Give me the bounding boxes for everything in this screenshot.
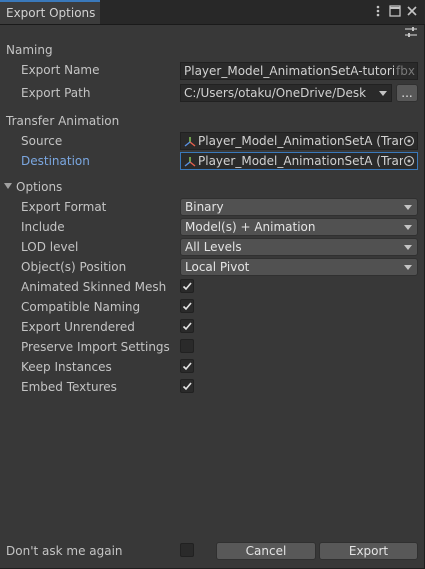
transform-icon [184,156,196,168]
maximize-icon[interactable] [387,3,403,19]
dont-ask-again-label: Don't ask me again [6,544,123,558]
source-value: Player_Model_AnimationSetA (Trans [198,134,413,148]
chevron-down-icon [404,205,412,210]
chevron-down-icon [404,265,412,270]
title-bar: Export Options [0,0,425,25]
export-path-value: C:/Users/otaku/OneDrive/Desk [184,86,367,100]
options-header[interactable]: Options [16,180,62,194]
embed-textures-label: Embed Textures [21,380,117,394]
transform-icon [184,136,196,148]
destination-value: Player_Model_AnimationSetA (Trans [198,154,413,168]
export-path-label: Export Path [21,86,91,100]
object-position-dropdown[interactable]: Local Pivot [180,258,418,276]
include-dropdown[interactable]: Model(s) + Animation [180,218,418,236]
export-name-value: Player_Model_AnimationSetA-tutorial [184,64,406,78]
export-name-suffix: fbx [394,64,415,78]
foldout-arrow-icon[interactable] [4,183,12,189]
keep-instances-checkbox[interactable] [180,359,194,373]
export-options-window: Export Options Naming Export Name Player… [0,0,425,569]
source-object-field[interactable]: Player_Model_AnimationSetA (Trans [180,132,418,150]
export-unrendered-checkbox[interactable] [180,319,194,333]
checkmark-icon [182,302,192,311]
include-label: Include [21,220,65,234]
export-name-field[interactable]: Player_Model_AnimationSetA-tutorial fbx [180,62,418,80]
include-value: Model(s) + Animation [185,220,316,234]
compatible-naming-checkbox[interactable] [180,299,194,313]
destination-object-field[interactable]: Player_Model_AnimationSetA (Trans [180,152,418,170]
tab-export-options[interactable]: Export Options [0,0,100,24]
source-label: Source [21,134,63,148]
object-position-value: Local Pivot [185,260,250,274]
chevron-down-icon[interactable] [379,91,387,96]
object-picker-icon[interactable] [403,135,415,147]
dont-ask-again-checkbox[interactable] [180,543,194,557]
chevron-down-icon [404,225,412,230]
preserve-import-settings-checkbox[interactable] [180,339,194,353]
embed-textures-checkbox[interactable] [180,379,194,393]
lod-level-dropdown[interactable]: All Levels [180,238,418,256]
chevron-down-icon [404,245,412,250]
export-format-dropdown[interactable]: Binary [180,198,418,216]
destination-label: Destination [21,154,90,168]
checkmark-icon [182,322,192,331]
export-button[interactable]: Export [319,542,418,560]
export-unrendered-label: Export Unrendered [21,320,135,334]
kebab-menu-icon[interactable] [370,3,386,19]
keep-instances-label: Keep Instances [21,360,112,374]
settings-sliders-icon[interactable] [404,26,418,38]
object-position-label: Object(s) Position [21,260,127,274]
checkmark-icon [182,282,192,291]
animated-skinned-mesh-checkbox[interactable] [180,279,194,293]
tab-title: Export Options [6,6,96,20]
compatible-naming-label: Compatible Naming [21,300,141,314]
preserve-import-settings-label: Preserve Import Settings [21,340,170,354]
transfer-animation-header: Transfer Animation [6,114,120,128]
export-name-label: Export Name [21,63,100,77]
export-format-value: Binary [185,200,224,214]
checkmark-icon [182,362,192,371]
cancel-button[interactable]: Cancel [216,542,316,560]
close-icon[interactable] [404,3,420,19]
export-path-field[interactable]: C:/Users/otaku/OneDrive/Desk [180,84,392,102]
object-picker-icon[interactable] [403,155,415,167]
browse-button[interactable]: ... [396,84,418,102]
animated-skinned-mesh-label: Animated Skinned Mesh [21,280,167,294]
lod-level-value: All Levels [185,240,242,254]
lod-level-label: LOD level [21,240,79,254]
naming-header: Naming [6,43,53,57]
export-format-label: Export Format [21,200,107,214]
checkmark-icon [182,382,192,391]
